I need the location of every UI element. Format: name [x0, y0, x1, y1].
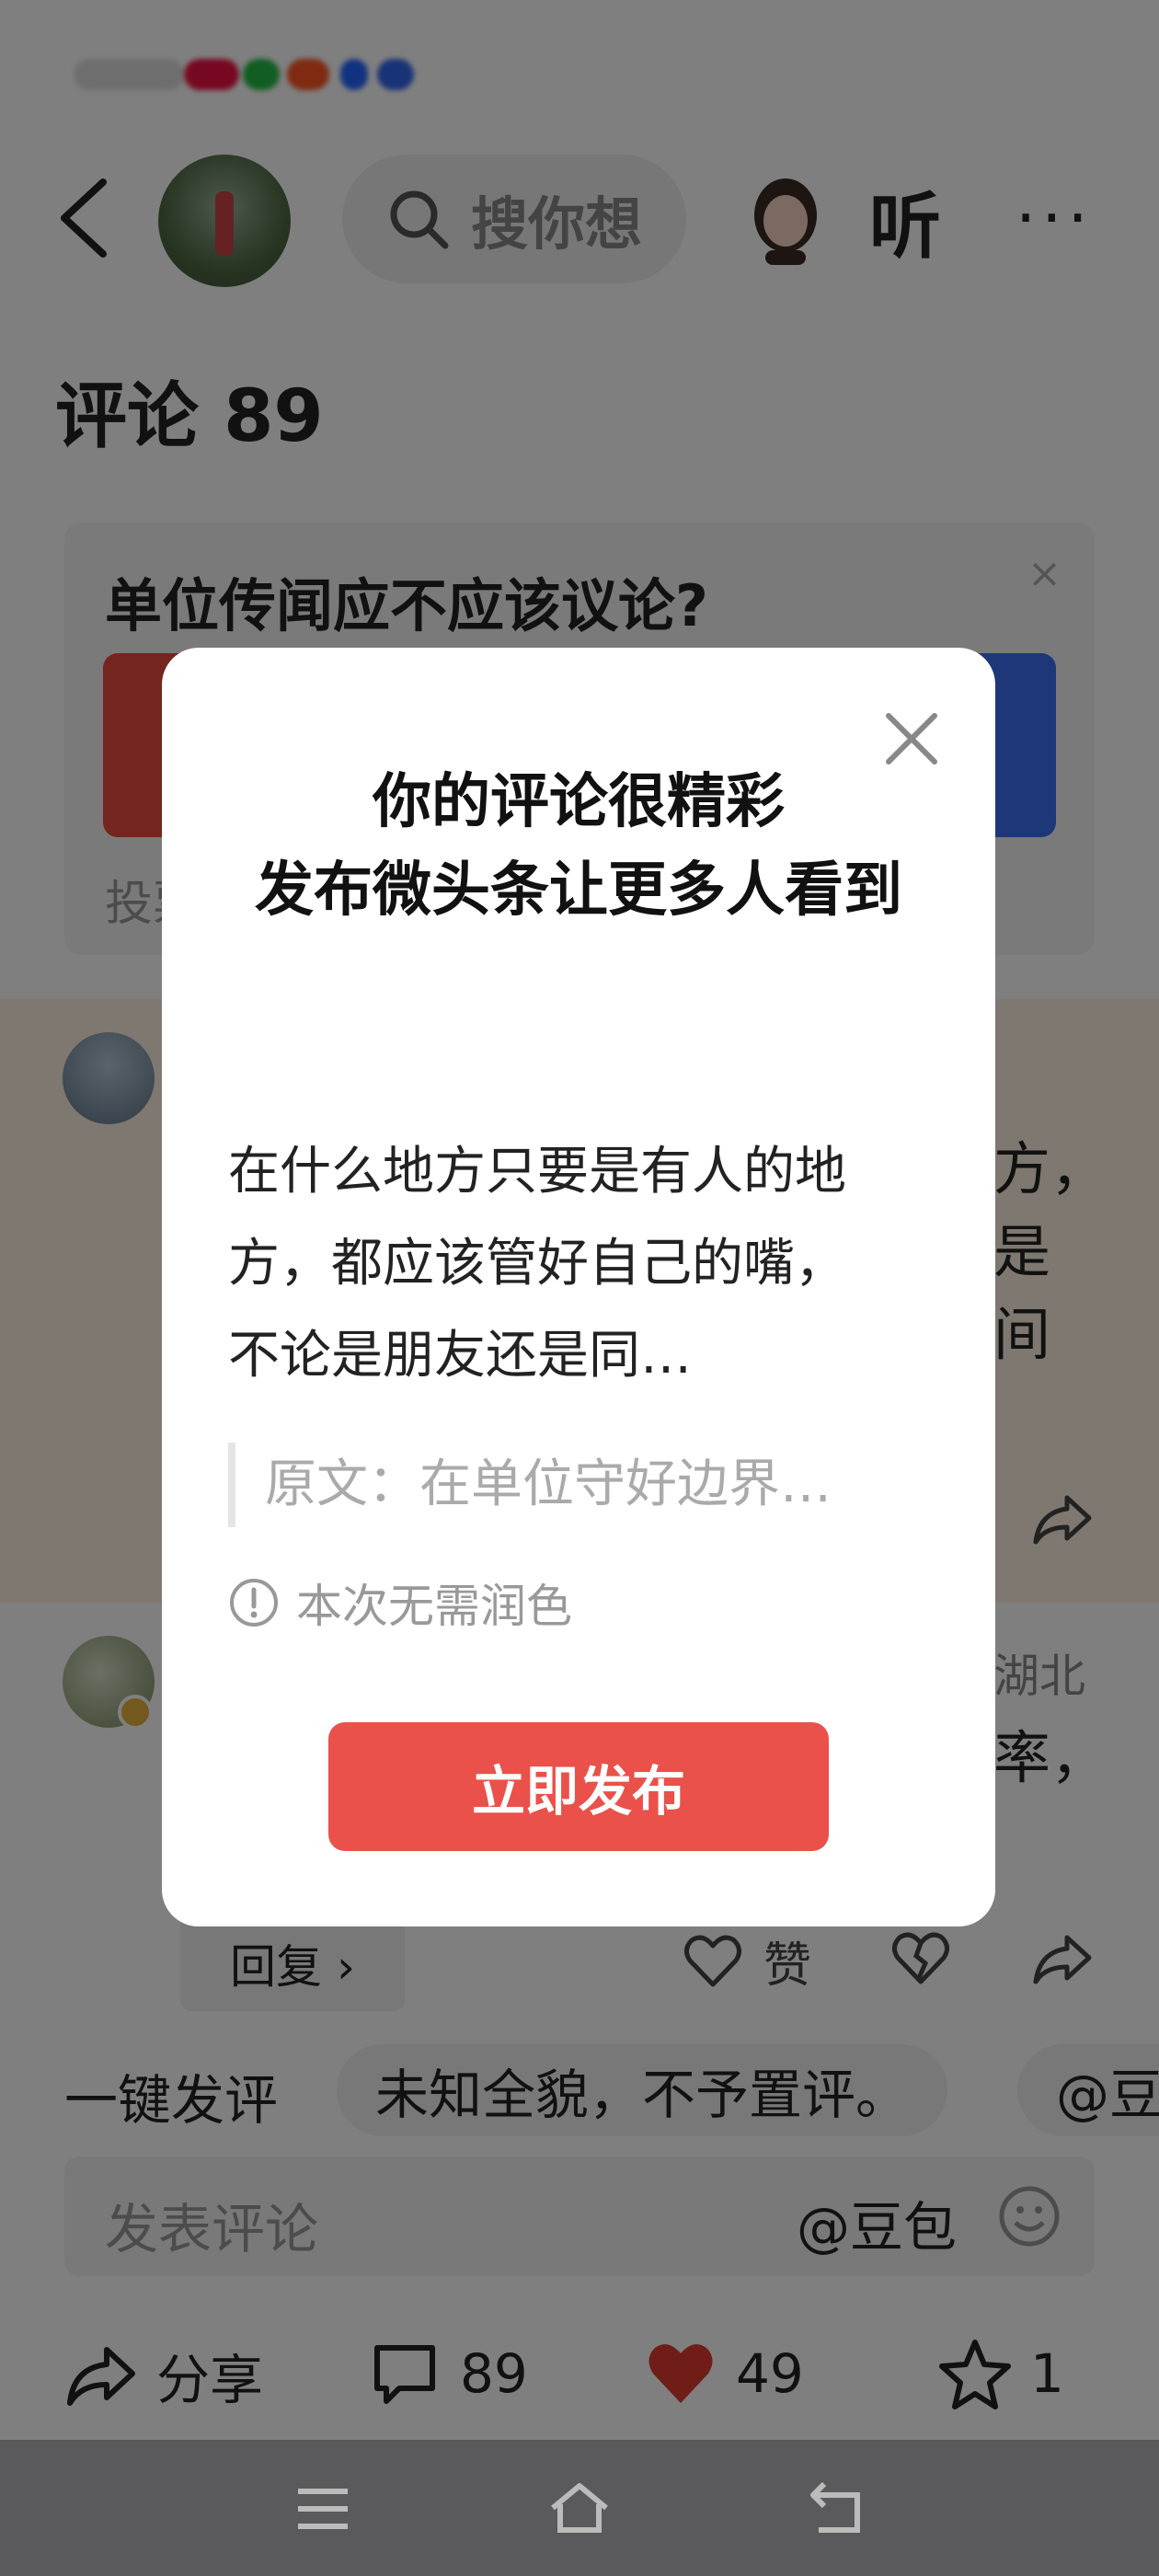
- system-nav-bar: [0, 2440, 1159, 2576]
- menu-icon[interactable]: [291, 2477, 355, 2541]
- info-icon: [230, 1579, 278, 1627]
- back-nav-icon[interactable]: [806, 2477, 870, 2541]
- publish-dialog: 你的评论很精彩 发布微头条让更多人看到 在什么地方只要是有人的地方，都应该管好自…: [162, 648, 995, 1926]
- publish-now-button[interactable]: 立即发布: [328, 1722, 829, 1851]
- dialog-title-line1: 你的评论很精彩: [373, 768, 785, 836]
- dialog-original-quote: 原文：在单位守好边界…: [228, 1443, 927, 1527]
- dialog-comment-text: 在什么地方只要是有人的地方，都应该管好自己的嘴，不论是朋友还是同…: [228, 1142, 846, 1386]
- dialog-title: 你的评论很精彩 发布微头条让更多人看到: [217, 758, 940, 935]
- dialog-hint-text: 本次无需润色: [296, 1580, 572, 1633]
- dialog-hint: 本次无需润色: [228, 1570, 572, 1636]
- home-icon[interactable]: [547, 2477, 612, 2541]
- dialog-title-line2: 发布微头条让更多人看到: [255, 857, 902, 925]
